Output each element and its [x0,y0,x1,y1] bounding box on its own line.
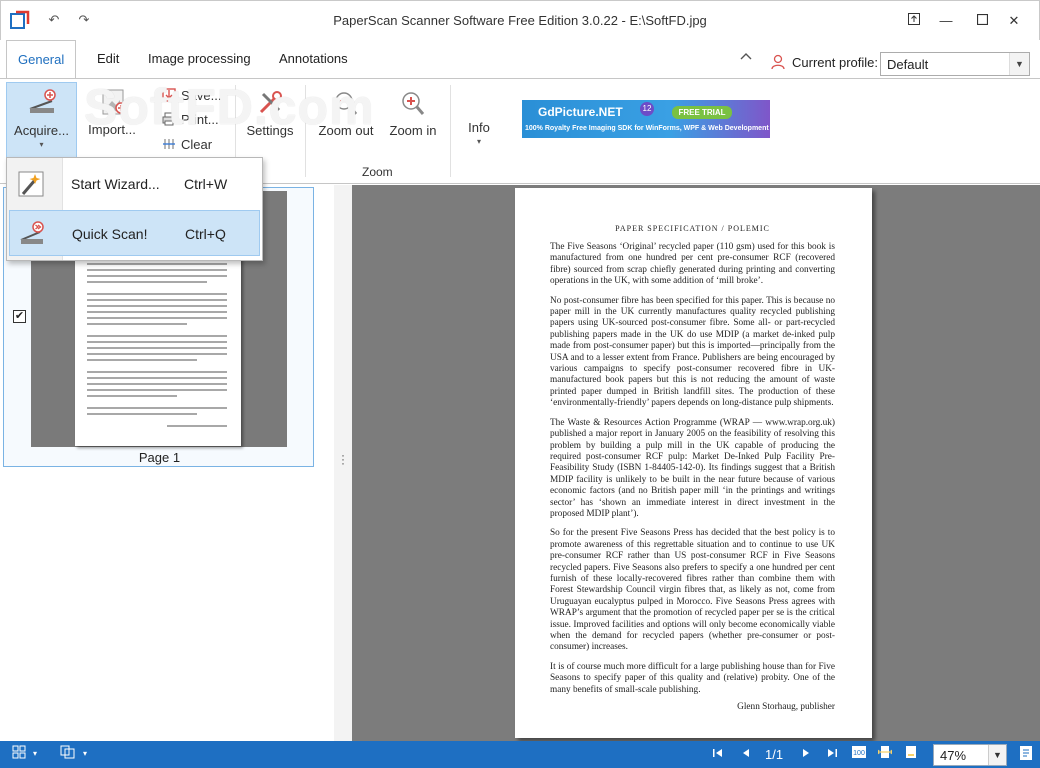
save-label: Save... [181,87,222,103]
actual-size-icon[interactable]: 100 [850,745,868,763]
minimize-button[interactable]: — [929,7,963,35]
zoom-in-label: Zoom in [389,123,437,138]
settings-label: Settings [246,123,294,138]
last-page-icon[interactable] [824,745,840,763]
import-image-icon [102,89,127,115]
clear-button[interactable]: Clear [162,134,212,154]
collapse-ribbon-icon[interactable] [740,52,752,60]
clear-label: Clear [181,136,213,152]
document-paragraph: The Five Seasons ‘Original’ recycled pap… [550,242,835,287]
zoom-in-icon [402,92,425,115]
free-trial-badge: FREE TRIAL [672,106,732,119]
info-label: Info [468,120,490,135]
splitter-grip-icon: · · · [341,448,345,470]
close-button[interactable]: ✕ [997,7,1031,35]
window-title: PaperScan Scanner Software Free Edition … [333,13,707,28]
tab-image-processing[interactable]: Image processing [137,40,262,78]
fit-page-icon[interactable] [902,745,920,763]
zoom-in-button[interactable]: Zoom in [384,82,442,160]
page-indicator: 1/1 [765,747,784,762]
thumbnails-view-icon[interactable] [10,745,28,763]
clear-icon [163,139,175,149]
zoom-out-label: Zoom out [318,123,374,138]
first-page-icon[interactable] [710,745,726,763]
thumbnail-panel: ✔ Page 1 [0,185,334,741]
next-page-icon[interactable] [798,745,814,763]
import-label: Import... [88,122,136,137]
thumbnail-checkbox[interactable]: ✔ [13,310,26,323]
chevron-down-icon[interactable]: ▼ [988,745,1006,765]
quick-scan-icon [20,221,44,244]
profile-select[interactable]: Default ▼ [880,52,1030,76]
ribbon-separator [450,85,451,177]
fit-width-icon[interactable] [876,745,894,763]
menu-item-quick-scan[interactable]: Quick Scan! Ctrl+Q [9,210,260,256]
user-profile-icon [771,54,785,70]
acquire-menu: Start Wizard... Ctrl+W Quick Scan! Ctrl+… [6,157,263,261]
info-dropdown-icon: ▾ [476,137,481,146]
document-paragraph: So for the present Five Seasons Press ha… [550,528,835,653]
tab-edit[interactable]: Edit [86,40,130,78]
status-bar: ▾ ▾ 1/1 100 47% ▼ [0,741,1040,768]
menu-item-label: Start Wizard... [71,176,160,192]
document-paragraph: No post-consumer fibre has been specifie… [550,295,835,409]
thumbnail-label: Page 1 [138,450,181,465]
document-page: PAPER SPECIFICATION / POLEMIC The Five S… [515,188,872,738]
ribbon-separator [305,85,306,177]
maximize-button[interactable] [965,7,999,35]
zoom-select[interactable]: 47% ▼ [933,744,1007,766]
settings-tools-icon [259,91,282,114]
document-paragraph: The Waste & Resources Action Programme (… [550,417,835,519]
menu-item-start-wizard[interactable]: Start Wizard... Ctrl+W [9,161,260,207]
settings-button[interactable]: Settings [240,82,300,160]
current-profile-label: Current profile: [792,54,878,70]
print-button[interactable]: Print... [162,109,219,129]
acquire-button[interactable]: Acquire... ▾ [6,82,77,160]
restore-panel-icon[interactable] [897,7,931,35]
import-button[interactable]: Import... [84,82,140,160]
menu-item-label: Quick Scan! [72,226,148,242]
resize-grip-icon[interactable] [1016,745,1036,763]
zoom-value: 47% [940,748,967,763]
tab-annotations[interactable]: Annotations [268,40,359,78]
profile-select-value: Default [887,57,929,72]
menu-item-shortcut: Ctrl+W [184,176,228,192]
title-bar: ↶ ↷ PaperScan Scanner Software Free Edit… [0,0,1040,40]
wizard-wand-icon [18,171,44,197]
document-signature: Glenn Storhaug, publisher [737,702,835,713]
zoom-out-button[interactable]: Zoom out [314,82,378,160]
save-icon [162,88,176,102]
ad-banner[interactable]: GdPicture.NET 12 FREE TRIAL 100% Royalty… [522,100,770,138]
document-header: PAPER SPECIFICATION / POLEMIC [615,224,770,233]
acquire-label: Acquire... [14,123,69,138]
printer-icon [162,112,176,126]
zoom-out-icon [335,92,358,115]
chevron-down-icon[interactable]: ▼ [1009,53,1029,75]
chevron-down-icon[interactable]: ▾ [80,745,90,763]
print-label: Print... [181,111,219,127]
chevron-down-icon[interactable]: ▾ [30,745,40,763]
document-viewer[interactable]: PAPER SPECIFICATION / POLEMIC The Five S… [352,185,1040,741]
profile-area: Current profile: [770,54,878,70]
info-button[interactable]: Info ▾ [458,82,500,160]
previous-page-icon[interactable] [738,745,754,763]
banner-tagline: 100% Royalty Free Imaging SDK for WinFor… [525,125,769,132]
panel-splitter[interactable]: · · · [334,185,352,741]
zoom-group-label: Zoom [362,165,393,179]
banner-brand: GdPicture.NET [538,105,623,119]
tab-general[interactable]: General [6,40,77,79]
menu-item-shortcut: Ctrl+Q [185,226,226,242]
document-paragraph: It is of course much more difficult for … [550,661,835,695]
layout-view-icon[interactable] [58,745,76,763]
scanner-icon [29,89,56,113]
acquire-dropdown-icon: ▾ [39,140,44,149]
info-icon [458,82,500,120]
banner-version-badge: 12 [640,102,654,116]
svg-text:100: 100 [853,750,865,757]
save-button[interactable]: Save... [162,85,221,105]
